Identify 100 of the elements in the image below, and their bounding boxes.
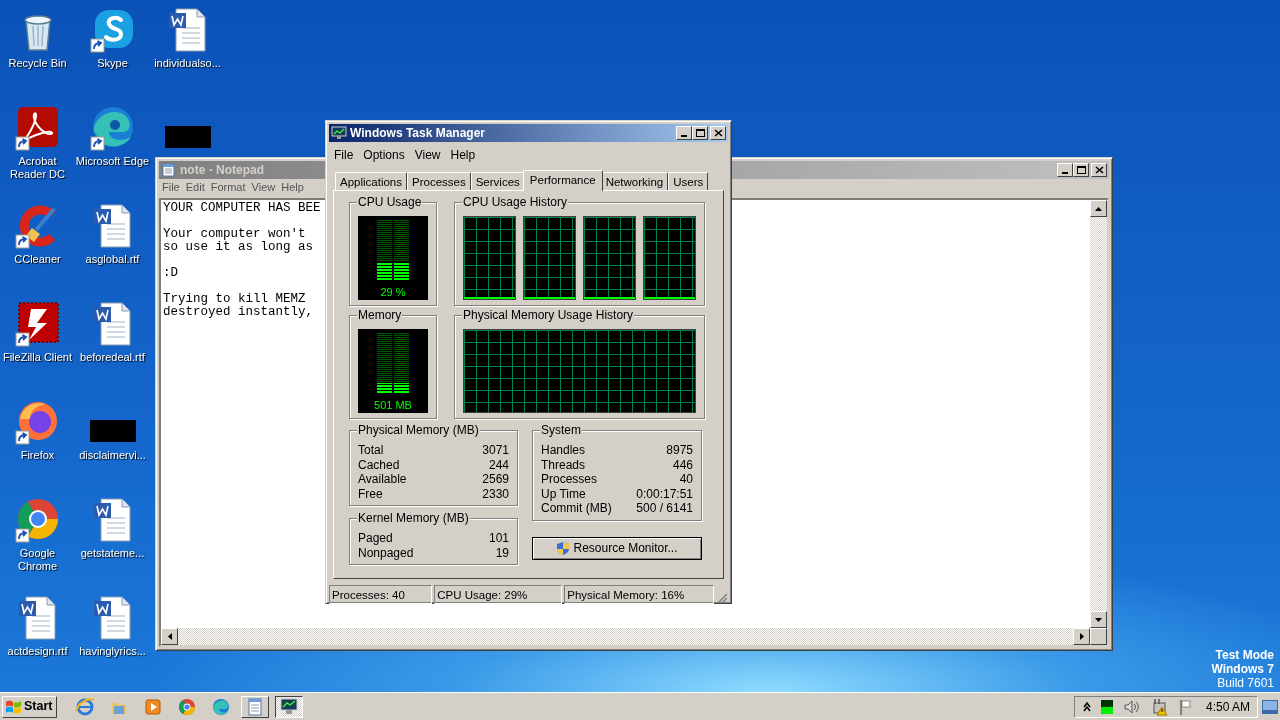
resize-grip-icon[interactable]	[716, 592, 728, 604]
group-title: CPU Usage	[357, 195, 423, 209]
icon-label[interactable]: beforedeal.rtf	[80, 351, 145, 364]
os-notice-text: Test Mode	[1214, 648, 1274, 662]
ftp-app-icon[interactable]	[13, 300, 62, 348]
stat-label: Cached	[358, 457, 400, 472]
browser-icon	[75, 696, 96, 717]
horizontal-scrollbar[interactable]	[161, 628, 1107, 645]
icon-label[interactable]: asglobal.rtf	[85, 253, 140, 266]
browser-icon	[211, 696, 232, 717]
vertical-scrollbar[interactable]	[1090, 200, 1107, 628]
stat-label: Up Time	[541, 486, 586, 501]
tab[interactable]: Applications	[335, 172, 407, 190]
windows-logo-icon	[5, 698, 22, 715]
icon-label[interactable]: disclaimervi...	[79, 449, 146, 462]
stat-value: 19	[495, 545, 509, 560]
text-line: YOUR COMPUTER HAS BEE	[163, 202, 321, 215]
menu-item[interactable]: View	[409, 145, 446, 164]
menu-item[interactable]: View	[248, 179, 279, 196]
show-desktop-icon[interactable]	[1262, 697, 1278, 716]
text-line: :D	[163, 267, 178, 280]
menu-item[interactable]: Options	[358, 145, 410, 164]
scroll-up-icon[interactable]	[1094, 205, 1103, 212]
status-bar-field: Processes: 40	[329, 585, 433, 604]
icon-label[interactable]: Google Chrome	[0, 547, 75, 573]
icon-label[interactable]: Microsoft Edge	[75, 155, 150, 168]
menu-item[interactable]: Help	[278, 179, 307, 196]
icon-label[interactable]: CCleaner	[14, 253, 61, 266]
os-notice-text: Build 7601	[1216, 676, 1274, 690]
stat-value: 244	[488, 457, 509, 472]
tab[interactable]: Processes	[407, 172, 471, 190]
monitor-icon	[331, 126, 347, 140]
icon-label[interactable]: Firefox	[20, 449, 55, 462]
menu-item[interactable]: Help	[445, 145, 481, 164]
taskbar-button[interactable]	[275, 695, 304, 718]
group-title: Memory	[357, 308, 403, 322]
menu-item[interactable]: File	[159, 179, 183, 196]
tab[interactable]: Performance	[522, 170, 603, 191]
icon-label[interactable]: havinglyrics...	[79, 645, 146, 658]
menu-item[interactable]: Edit	[182, 179, 208, 196]
scroll-left-icon[interactable]	[166, 632, 173, 641]
stat-value: 2569	[482, 472, 509, 487]
meter-reading: 501 MB	[374, 397, 412, 413]
stat-value: 446	[672, 457, 693, 472]
icon-label[interactable]: Recycle Bin	[8, 57, 67, 70]
clock[interactable]: 4:50 AM	[1206, 697, 1251, 716]
stat-label: Nonpaged	[358, 545, 414, 560]
icon-label[interactable]: actdesign.rtf	[7, 645, 68, 658]
tab[interactable]: Services	[470, 172, 525, 190]
stat-value: 40	[679, 472, 693, 487]
flag-icon[interactable]	[1178, 698, 1192, 715]
menu-item[interactable]: Format	[207, 179, 249, 196]
scroll-down-icon[interactable]	[1094, 616, 1103, 623]
menu-item[interactable]: File	[329, 145, 359, 164]
chevron-icon[interactable]	[1083, 701, 1091, 712]
resource-monitor-button[interactable]: Resource Monitor...	[532, 536, 702, 560]
stat-value: 101	[488, 531, 509, 546]
scroll-right-icon[interactable]	[1078, 632, 1085, 641]
window-title: Windows Task Manager	[350, 125, 486, 142]
notepad-icon	[161, 163, 177, 177]
stat-label: Available	[358, 472, 407, 487]
icon-label[interactable]: Skype	[97, 57, 128, 70]
group-title: Physical Memory Usage History	[462, 308, 635, 322]
stat-value: 500 / 6141	[636, 501, 693, 516]
window-title: note - Notepad	[180, 162, 264, 179]
tab[interactable]: Networking	[600, 172, 669, 190]
meter-reading: 29 %	[380, 284, 406, 300]
stat-label: Threads	[541, 457, 586, 472]
text-line: destroyed instantly,	[163, 306, 314, 319]
text-line: Your computer won't	[163, 228, 306, 241]
stat-label: Processes	[541, 472, 598, 487]
tab[interactable]: Users	[668, 172, 709, 190]
status-bar-field: Physical Memory: 16%	[564, 585, 715, 604]
shield-icon	[556, 540, 571, 556]
stat-label: Handles	[541, 443, 586, 458]
stat-label: Free	[358, 486, 383, 501]
icon-label[interactable]: getstateme...	[80, 547, 145, 560]
start-button[interactable]: Start	[2, 695, 58, 718]
icon-label[interactable]: Acrobat Reader DC	[0, 155, 75, 181]
stat-value: 2330	[482, 486, 509, 501]
browser-icon	[177, 696, 198, 717]
text-line: Trying to kill MEMZ	[163, 293, 306, 306]
group-title: System	[540, 423, 582, 437]
meter-icon[interactable]	[1101, 699, 1113, 714]
speaker-icon[interactable]	[1123, 698, 1140, 715]
icon-label[interactable]: individualso...	[154, 57, 221, 70]
media-player-icon	[143, 696, 164, 717]
stat-value: 0:00:17:51	[636, 486, 693, 501]
icon-label[interactable]: FileZilla Client	[2, 351, 73, 364]
stat-label: Paged	[358, 531, 393, 546]
group-title: Kernel Memory (MB)	[357, 511, 470, 525]
group-title: Physical Memory (MB)	[357, 423, 480, 437]
stat-label: Commit (MB)	[541, 501, 612, 516]
stat-value: 8975	[666, 443, 693, 458]
status-bar-field: CPU Usage: 29%	[434, 585, 563, 604]
os-notice-text: Windows 7	[1211, 662, 1274, 676]
text-line: so use it as long as	[163, 241, 314, 254]
stat-label: Total	[358, 443, 384, 458]
monitor-icon	[279, 696, 300, 717]
network-warning-icon[interactable]	[1150, 697, 1168, 716]
